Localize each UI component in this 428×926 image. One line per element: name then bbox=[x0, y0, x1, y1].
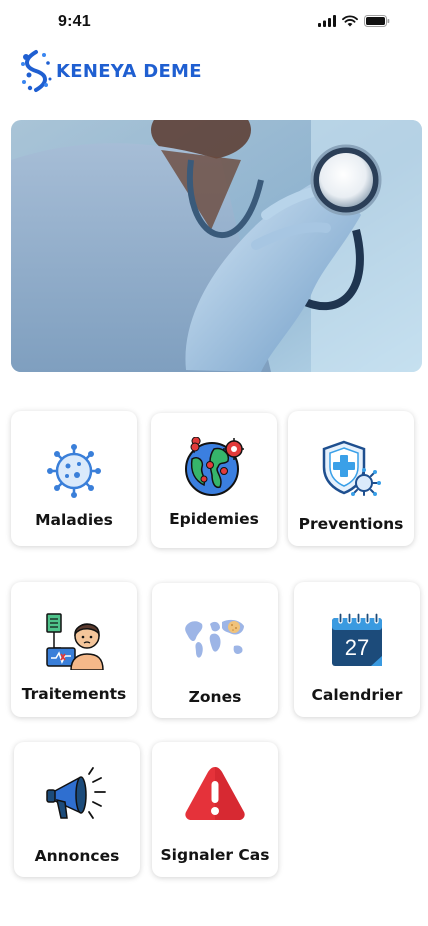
doctor-stethoscope-image bbox=[11, 120, 422, 372]
menu-tile-zones[interactable]: Zones bbox=[152, 583, 278, 718]
status-bar: 9:41 bbox=[0, 0, 428, 46]
virus-icon bbox=[47, 444, 101, 498]
menu-tile-label: Maladies bbox=[35, 511, 113, 529]
menu-tile-calendrier[interactable]: 27 Calendrier bbox=[294, 582, 420, 717]
menu-tile-label: Annonces bbox=[34, 847, 120, 865]
menu-tile-annonces[interactable]: Annonces bbox=[14, 742, 140, 877]
signal-icon bbox=[318, 15, 336, 27]
battery-icon bbox=[364, 15, 390, 27]
menu-tile-label: Signaler Cas bbox=[160, 846, 270, 864]
hero-banner bbox=[11, 120, 422, 372]
menu-tile-label: Calendrier bbox=[311, 686, 403, 704]
menu-tile-label: Epidemies bbox=[169, 510, 259, 528]
calendar-icon: 27 bbox=[332, 612, 382, 666]
menu-tile-traitements[interactable]: Traitements bbox=[11, 582, 137, 717]
brand-logo[interactable]: KENEYA DEME bbox=[20, 48, 202, 94]
megaphone-icon bbox=[46, 767, 106, 819]
menu-tile-label: Traitements bbox=[21, 685, 127, 703]
menu-tile-signaler-cas[interactable]: Signaler Cas bbox=[152, 742, 278, 877]
calendar-day: 27 bbox=[345, 635, 369, 660]
menu-tile-epidemies[interactable]: Epidemies bbox=[151, 413, 277, 548]
menu-tile-label: Preventions bbox=[298, 515, 404, 533]
menu-tile-maladies[interactable]: Maladies bbox=[11, 411, 137, 546]
status-icons bbox=[318, 15, 390, 27]
status-time: 9:41 bbox=[58, 13, 91, 30]
dna-logo-icon bbox=[21, 50, 52, 92]
menu-tile-preventions[interactable]: Preventions bbox=[288, 411, 414, 546]
menu-tile-label: Zones bbox=[188, 688, 242, 706]
brand-name: KENEYA DEME bbox=[56, 60, 202, 82]
patient-monitor-icon bbox=[46, 613, 104, 670]
globe-pins-icon bbox=[185, 437, 244, 496]
world-map-icon bbox=[185, 619, 244, 658]
shield-virus-icon bbox=[322, 440, 381, 496]
wifi-icon bbox=[342, 15, 358, 27]
warning-icon bbox=[185, 767, 245, 820]
